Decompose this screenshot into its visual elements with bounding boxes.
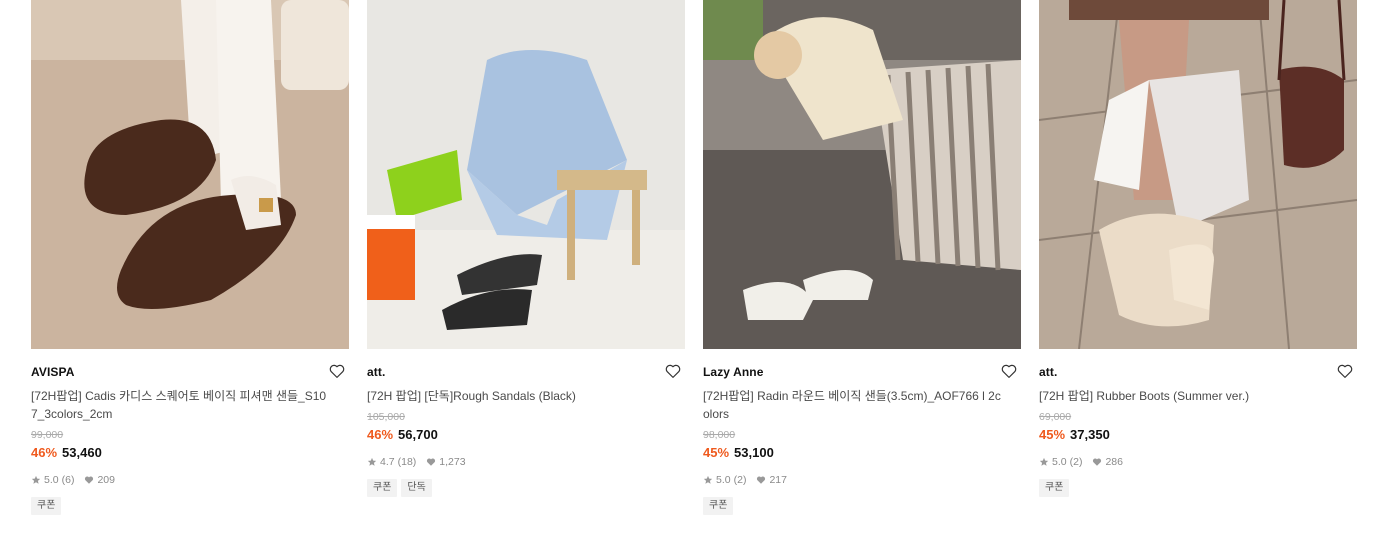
coupon-tag: 쿠폰 [367, 479, 398, 497]
coupon-tag: 쿠폰 [31, 497, 62, 515]
like-count: 286 [1105, 456, 1123, 468]
rating-value: 4.7 [380, 456, 395, 468]
discount-rate: 45% [1039, 427, 1066, 442]
coupon-tag: 쿠폰 [703, 497, 734, 515]
sale-price: 53,460 [62, 445, 102, 460]
review-count: (2) [1069, 456, 1083, 468]
heart-outline-icon[interactable] [1336, 362, 1354, 380]
discount-rate: 46% [367, 427, 394, 442]
heart-filled-icon [427, 458, 436, 466]
star-icon [1039, 457, 1049, 466]
rating-value: 5.0 [44, 474, 59, 486]
original-price: 99,000 [31, 429, 64, 441]
review-count: (6) [61, 474, 75, 486]
sale-price: 53,100 [734, 445, 774, 460]
product-card[interactable]: Lazy Anne [72H팝업] Radin 라운드 베이직 샌들(3.5cm… [703, 0, 1021, 515]
brand-name[interactable]: AVISPA [31, 365, 75, 379]
like-count: 217 [769, 474, 787, 486]
discount-rate: 46% [31, 445, 58, 460]
like-count: 209 [97, 474, 115, 486]
rating-value: 5.0 [716, 474, 731, 486]
heart-outline-icon[interactable] [328, 362, 346, 380]
like-count: 1,273 [439, 456, 466, 468]
product-photo-sandals-black [367, 0, 685, 349]
heart-filled-icon [1093, 458, 1102, 466]
product-name[interactable]: [72H 팝업] Rubber Boots (Summer ver.) [1039, 387, 1339, 405]
sale-price: 56,700 [398, 427, 438, 442]
product-name[interactable]: [72H팝업] Cadis 카디스 스퀘어토 베이직 피셔맨 샌들_S107_3… [31, 387, 331, 423]
product-image[interactable] [703, 0, 1021, 349]
rating-value: 5.0 [1052, 456, 1067, 468]
review-count: (18) [397, 456, 417, 468]
product-name[interactable]: [72H 팝업] [단독]Rough Sandals (Black) [367, 387, 667, 405]
product-grid: AVISPA [72H팝업] Cadis 카디스 스퀘어토 베이직 피셔맨 샌들… [31, 0, 1357, 515]
star-icon [703, 475, 713, 484]
product-card[interactable]: AVISPA [72H팝업] Cadis 카디스 스퀘어토 베이직 피셔맨 샌들… [31, 0, 349, 515]
original-price: 98,000 [703, 429, 736, 441]
review-count: (2) [733, 474, 747, 486]
brand-name[interactable]: Lazy Anne [703, 365, 763, 379]
original-price: 105,000 [367, 411, 405, 423]
product-name[interactable]: [72H팝업] Radin 라운드 베이직 샌들(3.5cm)_AOF766 l… [703, 387, 1003, 423]
heart-filled-icon [757, 476, 766, 484]
brand-name[interactable]: att. [1039, 365, 1057, 379]
product-image[interactable] [31, 0, 349, 349]
product-photo-sandals-brown [31, 0, 349, 349]
coupon-tag: 쿠폰 [1039, 479, 1070, 497]
product-card[interactable]: att. [72H 팝업] Rubber Boots (Summer ver.)… [1039, 0, 1357, 515]
sale-price: 37,350 [1070, 427, 1110, 442]
star-icon [31, 475, 41, 484]
product-image[interactable] [367, 0, 685, 349]
star-icon [367, 457, 377, 466]
product-image[interactable] [1039, 0, 1357, 349]
product-card[interactable]: att. [72H 팝업] [단독]Rough Sandals (Black) … [367, 0, 685, 515]
heart-outline-icon[interactable] [664, 362, 682, 380]
brand-name[interactable]: att. [367, 365, 385, 379]
discount-rate: 45% [703, 445, 730, 460]
original-price: 69,000 [1039, 411, 1072, 423]
product-photo-sandals-white [703, 0, 1021, 349]
heart-filled-icon [85, 476, 94, 484]
product-photo-rubber-boots [1039, 0, 1357, 349]
heart-outline-icon[interactable] [1000, 362, 1018, 380]
exclusive-tag: 단독 [401, 479, 432, 497]
